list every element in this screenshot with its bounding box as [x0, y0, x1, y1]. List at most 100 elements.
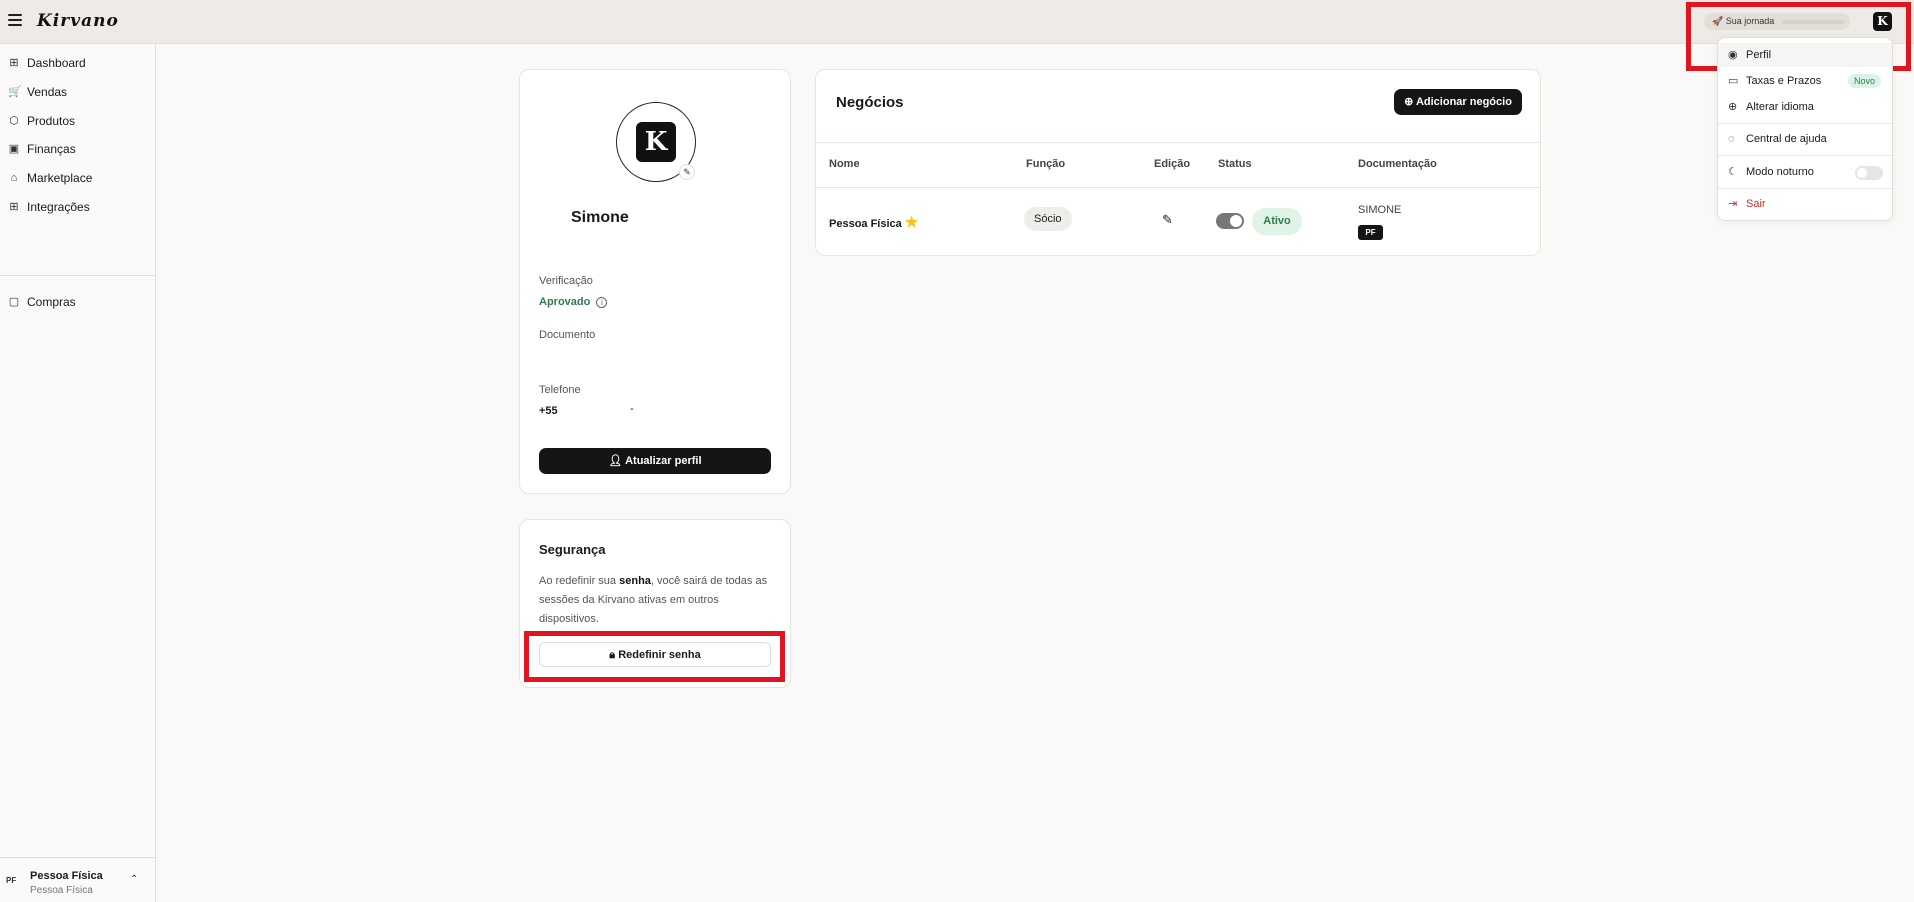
toggle-knob	[1857, 168, 1867, 178]
menu-item-sair[interactable]: ⇥ Sair	[1718, 192, 1892, 216]
document-name: SIMONE	[1358, 204, 1402, 216]
sidebar-item-compras[interactable]: ▢ Compras	[0, 290, 155, 314]
business-name: Pessoa Física ★	[829, 213, 918, 231]
document-type-badge: PF	[1358, 225, 1383, 240]
menu-item-label: Perfil	[1746, 49, 1772, 61]
user-dropdown-menu: ◉ Perfil ▭ Taxas e Prazos Novo ⊕ Alterar idi…	[1717, 37, 1893, 221]
store-icon: ⌂	[10, 172, 18, 184]
menu-item-alterar-idioma[interactable]: ⊕ Alterar idioma	[1718, 95, 1892, 119]
menu-item-label: Taxas e Prazos	[1746, 75, 1822, 87]
column-header-edicao: Edição	[1154, 158, 1191, 170]
moon-icon: ☾	[1728, 166, 1738, 178]
user-circle-icon: ◉	[1728, 49, 1738, 61]
star-icon: ★	[904, 214, 919, 231]
sidebar-item-label: Finanças	[27, 142, 76, 156]
menu-item-label: Modo noturno	[1746, 166, 1814, 178]
highlight-box-reset-password	[524, 631, 785, 682]
chevron-up-down-icon: ⌃	[130, 874, 139, 885]
column-header-nome: Nome	[829, 158, 860, 170]
menu-divider	[1718, 155, 1892, 156]
business-name-text: Pessoa Física	[829, 218, 902, 230]
kirvano-logo[interactable]: Kirvano	[37, 11, 119, 31]
verification-status: Aprovado i	[539, 296, 608, 308]
sidebar-item-financas[interactable]: ▣ Finanças	[0, 137, 155, 161]
menu-item-taxas-prazos[interactable]: ▭ Taxas e Prazos Novo	[1718, 69, 1892, 93]
menu-item-label: Sair	[1746, 198, 1766, 210]
account-initials: PF	[6, 876, 17, 885]
security-description: Ao redefinir sua senha, você sairá de to…	[539, 572, 775, 629]
purchases-icon: ▢	[8, 296, 20, 308]
status-badge: Ativo	[1252, 208, 1302, 235]
integrations-icon: ⊞	[9, 201, 19, 213]
menu-divider	[1718, 123, 1892, 124]
menu-item-central-ajuda[interactable]: ◌ Central de ajuda	[1718, 127, 1892, 151]
profile-avatar: K ✎	[616, 102, 696, 182]
help-chat-icon: ◌	[1728, 133, 1735, 145]
sidebar-item-integracoes[interactable]: ⊞ Integrações	[0, 195, 155, 219]
business-card: Negócios ⊕ Adicionar negócio Nome Função…	[815, 69, 1541, 256]
profile-card: K ✎ Simone Verificação Aprovado i Documen…	[519, 69, 791, 494]
column-header-documentacao: Documentação	[1358, 158, 1437, 170]
menu-icon[interactable]	[8, 14, 22, 26]
sidebar-item-marketplace[interactable]: ⌂ Marketplace	[0, 166, 155, 190]
avatar-letter: K	[636, 122, 676, 162]
sidebar-item-vendas[interactable]: 🛒 Vendas	[0, 80, 155, 104]
sidebar-item-label: Marketplace	[27, 171, 93, 185]
info-icon[interactable]: i	[596, 296, 608, 308]
column-header-funcao: Função	[1026, 158, 1066, 170]
security-text-bold: senha	[619, 575, 651, 587]
new-badge: Novo	[1848, 74, 1882, 88]
night-mode-toggle[interactable]	[1855, 166, 1883, 180]
menu-item-label: Alterar idioma	[1746, 101, 1814, 113]
add-business-button[interactable]: ⊕ Adicionar negócio	[1394, 89, 1522, 115]
sidebar-item-label: Produtos	[27, 114, 76, 128]
add-business-label: Adicionar negócio	[1415, 96, 1512, 108]
security-text-pre: Ao redefinir sua	[539, 575, 620, 587]
menu-item-modo-noturno[interactable]: ☾ Modo noturno	[1718, 160, 1892, 184]
security-title: Segurança	[539, 542, 606, 557]
wallet-icon: ▣	[8, 143, 20, 155]
menu-item-perfil[interactable]: ◉ Perfil	[1718, 43, 1892, 67]
toggle-knob	[1230, 215, 1242, 227]
profile-name: Simone	[571, 209, 629, 226]
sidebar-item-label: Vendas	[27, 85, 68, 99]
box-icon: ⬡	[9, 115, 19, 127]
sidebar-item-label: Dashboard	[27, 56, 86, 70]
account-name: Pessoa Física	[30, 870, 103, 882]
top-bar: Kirvano 🚀 Sua jornada K	[0, 0, 1914, 44]
business-title: Negócios	[836, 94, 904, 111]
sidebar-divider	[0, 857, 155, 858]
sidebar-item-label: Integrações	[27, 200, 90, 214]
globe-icon: ⊕	[1728, 101, 1738, 113]
status-toggle[interactable]	[1216, 213, 1244, 229]
update-profile-button[interactable]: 👤︎ Atualizar perfil	[539, 448, 771, 474]
dashboard-icon: ⊞	[9, 57, 19, 69]
verification-value: Aprovado	[539, 296, 591, 308]
menu-divider	[1718, 188, 1892, 189]
account-type: Pessoa Física	[30, 885, 93, 896]
sidebar-item-label: Compras	[27, 295, 76, 309]
update-profile-label: Atualizar perfil	[625, 455, 702, 467]
role-chip: Sócio	[1024, 207, 1072, 231]
edit-pencil-icon[interactable]: ✎	[1162, 212, 1173, 228]
table-divider	[816, 187, 1540, 188]
phone-value: +55	[539, 405, 558, 417]
sidebar: ⊞ Dashboard 🛒 Vendas ⬡ Produtos ▣ Finanças ⌂…	[0, 44, 156, 902]
phone-label: Telefone	[539, 384, 581, 396]
sidebar-item-dashboard[interactable]: ⊞ Dashboard	[0, 51, 155, 75]
phone-separator: -	[630, 403, 634, 415]
logout-icon: ⇥	[1728, 198, 1738, 210]
sidebar-divider	[0, 275, 155, 276]
sidebar-item-produtos[interactable]: ⬡ Produtos	[0, 109, 155, 133]
verification-label: Verificação	[539, 275, 593, 287]
plus-circle-icon: ⊕	[1404, 96, 1416, 108]
cart-icon: 🛒	[8, 86, 22, 98]
column-header-status: Status	[1218, 158, 1252, 170]
edit-avatar-pencil-icon[interactable]: ✎	[679, 164, 695, 180]
menu-item-label: Central de ajuda	[1746, 133, 1827, 145]
credit-card-icon: ▭	[1728, 75, 1739, 87]
user-icon: 👤︎	[608, 455, 626, 467]
table-divider	[816, 142, 1540, 143]
document-label: Documento	[539, 329, 596, 341]
account-switcher[interactable]: PF Pessoa Física Pessoa Física ⌃	[0, 868, 155, 902]
